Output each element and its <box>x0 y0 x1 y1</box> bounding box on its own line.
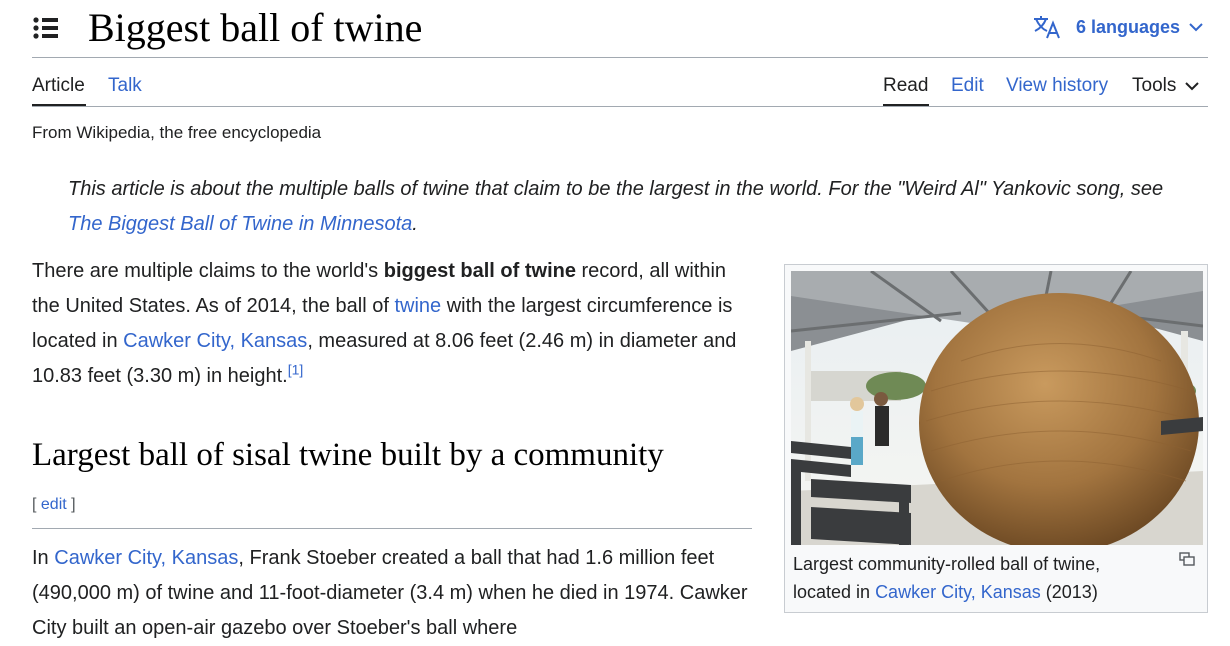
intro-bold-term: biggest ball of twine <box>383 260 576 282</box>
hatnote: This article is about the multiple balls… <box>68 172 1188 242</box>
edit-bracket: [ <box>32 496 41 513</box>
section-edit-link[interactable]: edit <box>41 496 67 513</box>
enlarge-icon[interactable] <box>1179 552 1195 566</box>
cawker-city-link[interactable]: Cawker City, Kansas <box>54 547 238 569</box>
section-paragraph: In Cawker City, Kansas, Frank Stoeber cr… <box>32 541 752 646</box>
section-heading: Largest ball of sisal twine built by a c… <box>32 437 664 473</box>
intro-paragraph: There are multiple claims to the world's… <box>32 254 752 394</box>
site-tagline: From Wikipedia, the free encyclopedia <box>32 123 322 142</box>
hatnote-text: This article is about the multiple balls… <box>68 178 1164 200</box>
caption-text: (2013) <box>1040 582 1098 602</box>
edit-bracket: ] <box>66 496 76 513</box>
tabs-divider <box>32 106 1208 107</box>
tools-menu-button[interactable]: Tools <box>1132 75 1200 97</box>
twine-ball-photo[interactable] <box>791 271 1203 545</box>
tab-talk[interactable]: Talk <box>108 75 142 97</box>
tools-label: Tools <box>1132 75 1177 96</box>
cawker-city-link[interactable]: Cawker City, Kansas <box>123 330 307 352</box>
hatnote-song-link[interactable]: The Biggest Ball of Twine in Minnesota <box>68 213 412 235</box>
twine-link[interactable]: twine <box>394 295 441 317</box>
intro-text: There are multiple claims to the world's <box>32 260 384 282</box>
section-divider <box>32 528 752 529</box>
tab-article[interactable]: Article <box>32 75 85 97</box>
languages-label: 6 languages <box>1075 16 1180 37</box>
thumbnail-caption: Largest community-rolled ball of twine, … <box>793 550 1143 606</box>
page-title: Biggest ball of twine <box>88 5 423 50</box>
thumbnail: Largest community-rolled ball of twine, … <box>784 264 1208 613</box>
main-menu-icon[interactable] <box>32 15 60 41</box>
tab-edit[interactable]: Edit <box>951 75 984 97</box>
section-edit: [ edit ] <box>32 496 76 514</box>
tab-view-history[interactable]: View history <box>1006 75 1108 97</box>
tab-read[interactable]: Read <box>883 75 928 97</box>
caption-cawker-city-link[interactable]: Cawker City, Kansas <box>875 582 1041 602</box>
languages-button[interactable]: 6 languages <box>1032 14 1204 40</box>
chevron-down-icon <box>1185 82 1200 91</box>
header-divider <box>32 57 1208 58</box>
translate-icon <box>1033 16 1060 39</box>
chevron-down-icon <box>1189 23 1203 32</box>
section-text: In <box>32 547 55 569</box>
reference-link[interactable]: [1] <box>288 361 304 377</box>
hatnote-end: . <box>412 213 418 235</box>
